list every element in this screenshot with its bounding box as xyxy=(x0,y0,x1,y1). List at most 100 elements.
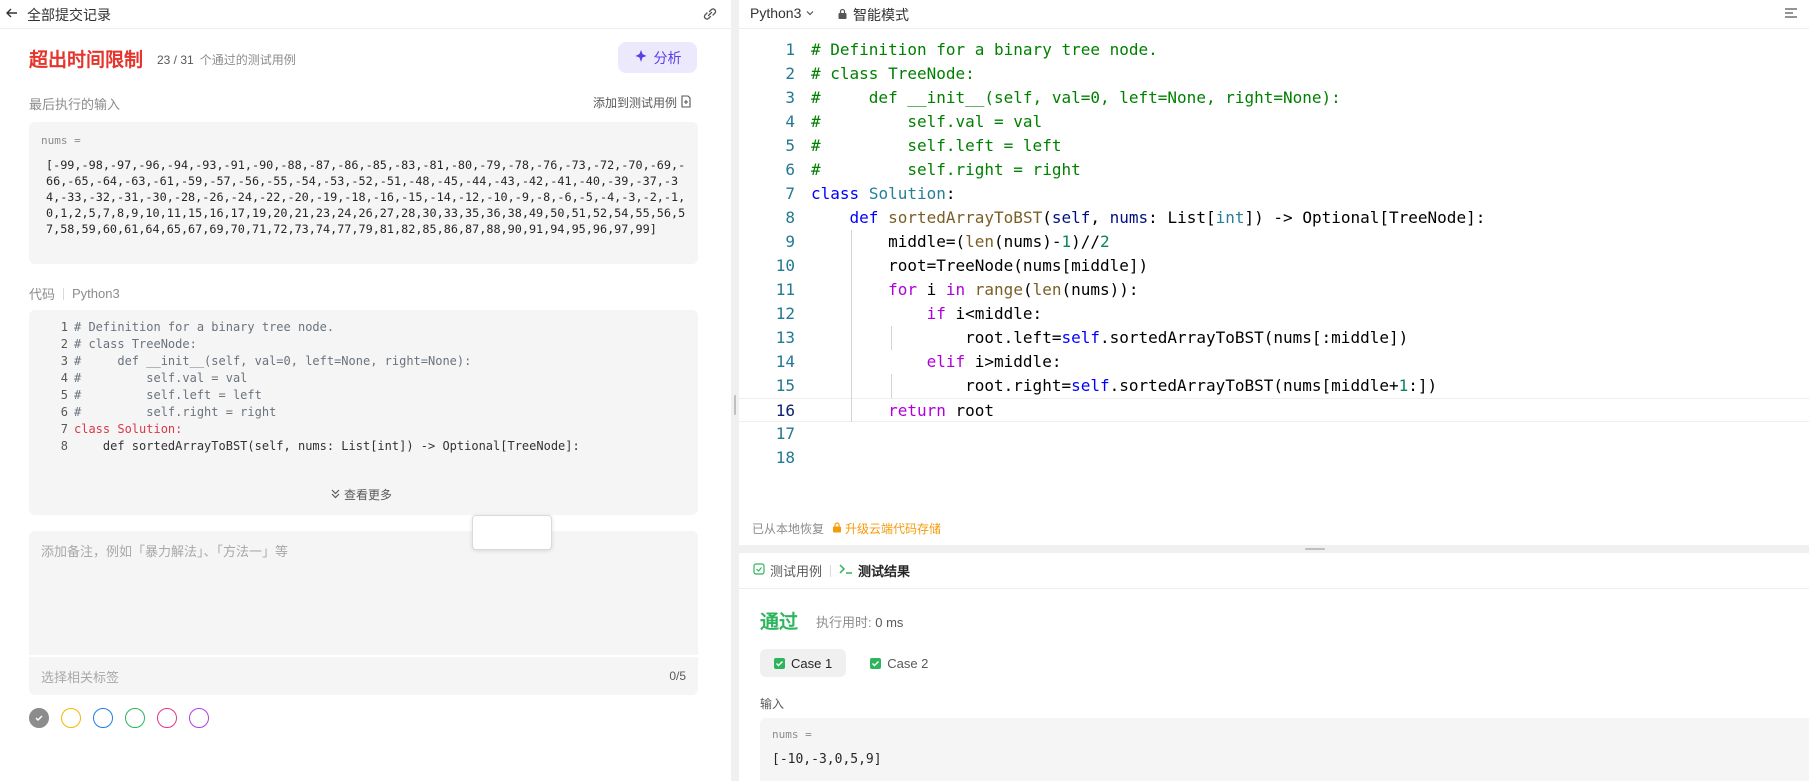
code-language: Python3 xyxy=(72,286,120,301)
vertical-resize-handle[interactable] xyxy=(731,0,739,781)
grip xyxy=(1305,548,1325,550)
tag-selector[interactable]: 选择相关标签 0/5 xyxy=(29,657,698,695)
language-select[interactable]: Python3 xyxy=(750,5,815,21)
lock-icon xyxy=(832,521,842,536)
divider xyxy=(63,287,65,300)
color-dot-yellow[interactable] xyxy=(61,708,81,728)
lock-icon xyxy=(837,7,848,23)
input-label: 输入 xyxy=(760,697,785,711)
analyze-button[interactable]: 分析 xyxy=(618,42,697,73)
pass-count-value: 23 / 31 xyxy=(157,53,194,67)
code-label-text: 代码 xyxy=(29,287,56,302)
back-label: 全部提交记录 xyxy=(27,7,111,23)
left-header: 全部提交记录 xyxy=(0,0,731,29)
smart-mode-toggle[interactable]: 智能模式 xyxy=(837,5,909,25)
check-icon xyxy=(774,657,785,669)
runtime-info: 执行用时: 0 ms xyxy=(816,612,903,631)
tag-count: 0/5 xyxy=(669,669,686,683)
tab-testcase-label: 测试用例 xyxy=(770,564,823,579)
submitted-code-preview: 1 # Definition for a binary tree node. 2 #… xyxy=(29,310,698,515)
floating-drag-preview xyxy=(472,515,552,550)
code-line: 9 middle=(len(nums)-1)//2 xyxy=(785,232,1110,251)
note-placeholder: 添加备注，例如「暴力解法」、「方法一」等 xyxy=(41,544,289,559)
testcase-input-box: nums = [-10,-3,0,5,9] xyxy=(760,718,1809,781)
input-value: [-10,-3,0,5,9] xyxy=(772,752,882,767)
code-line: 14 elif i>middle: xyxy=(775,352,1062,371)
result-tabs: 测试用例 测试结果 xyxy=(739,553,1809,589)
upgrade-label: 升级云端代码存储 xyxy=(845,522,942,536)
case-tab-1[interactable]: Case 1 xyxy=(760,649,847,677)
code-line: 2 # class TreeNode: xyxy=(785,64,975,83)
code-line: 15 root.right=self.sortedArrayToBST(nums… xyxy=(775,376,1438,395)
submission-detail-panel: 全部提交记录 超出时间限制 23 / 31 个通过的测试用例 分析 最后执行的输入… xyxy=(0,0,731,781)
check-icon xyxy=(870,657,882,669)
result-status: 通过 xyxy=(760,612,799,633)
code-line: 6 # self.right = right xyxy=(785,160,1081,179)
editor-header: Python3 智能模式 xyxy=(739,0,1809,29)
code-preview-line: 8 def sortedArrayToBST(self, nums: List[… xyxy=(60,439,580,453)
code-line: 18 xyxy=(775,448,795,467)
tab-test-result-label: 测试结果 xyxy=(858,564,911,579)
code-label: 代码 Python3 xyxy=(29,284,120,303)
view-more-button[interactable]: 查看更多 xyxy=(330,486,392,503)
tab-testcase[interactable]: 测试用例 xyxy=(753,561,822,580)
code-line-active: 16 return root xyxy=(739,398,1809,422)
input-value: [-99,-98,-97,-96,-94,-93,-91,-90,-88,-87… xyxy=(46,158,686,236)
checkbox-icon xyxy=(753,563,765,578)
restored-status: 已从本地恢复 xyxy=(752,522,825,536)
analyze-label: 分析 xyxy=(653,49,682,66)
color-tag-row xyxy=(29,708,209,730)
case-2-label: Case 2 xyxy=(887,655,929,671)
code-line: 12 if i<middle: xyxy=(775,304,1043,323)
color-dot-green[interactable] xyxy=(125,708,145,728)
link-icon[interactable] xyxy=(701,5,721,23)
double-chevron-down-icon xyxy=(330,488,341,502)
sparkle-icon xyxy=(634,49,648,66)
testcase-pass-count: 23 / 31 个通过的测试用例 xyxy=(157,51,296,68)
last-input-label: 最后执行的输入 xyxy=(29,97,121,112)
arrow-left-icon xyxy=(5,6,23,24)
view-more-label: 查看更多 xyxy=(344,488,393,502)
add-file-icon xyxy=(680,94,692,111)
code-line: 4 # self.val = val xyxy=(785,112,1043,131)
grip xyxy=(734,395,736,415)
add-to-testcase-button[interactable]: 添加到测试用例 xyxy=(593,94,692,111)
input-variable-name: nums = xyxy=(772,728,812,741)
code-line: 17 xyxy=(775,424,795,443)
last-input-box: nums = [-99,-98,-97,-96,-94,-93,-91,-90,… xyxy=(29,122,698,264)
terminal-icon xyxy=(839,563,853,578)
language-label: Python3 xyxy=(750,5,802,21)
tab-test-result[interactable]: 测试结果 xyxy=(839,561,910,580)
code-editor[interactable]: Python3 智能模式 1 # Definition for a binary … xyxy=(739,0,1809,545)
input-variable-name: nums = xyxy=(41,134,81,147)
code-line: 5 # self.left = left xyxy=(785,136,1062,155)
tag-placeholder: 选择相关标签 xyxy=(41,669,120,685)
runtime-label: 执行用时: xyxy=(816,615,872,630)
back-to-submissions-button[interactable]: 全部提交记录 xyxy=(5,5,115,25)
horizontal-resize-handle[interactable] xyxy=(739,545,1809,553)
status-title: 超出时间限制 xyxy=(29,50,144,71)
divider xyxy=(830,564,832,577)
add-testcase-label: 添加到测试用例 xyxy=(593,96,678,110)
color-dot-purple[interactable] xyxy=(189,708,209,728)
align-menu-icon[interactable] xyxy=(1784,6,1800,22)
runtime-value: 0 ms xyxy=(875,615,904,630)
smart-mode-label: 智能模式 xyxy=(853,7,909,23)
note-textarea[interactable]: 添加备注，例如「暴力解法」、「方法一」等 xyxy=(29,531,698,655)
case-tab-2[interactable]: Case 2 xyxy=(856,649,942,677)
case-1-label: Case 1 xyxy=(791,655,833,671)
code-line: 10 root=TreeNode(nums[middle]) xyxy=(775,256,1149,275)
chevron-down-icon xyxy=(805,5,815,21)
color-dot-gray[interactable] xyxy=(29,708,49,728)
color-dot-blue[interactable] xyxy=(93,708,113,728)
code-line: 8 def sortedArrayToBST(self, nums: List[… xyxy=(785,208,1486,227)
code-line: 3 # def __init__(self, val=0, left=None, … xyxy=(785,88,1341,107)
upgrade-storage-link[interactable]: 升级云端代码存储 xyxy=(832,520,941,537)
editor-status-bar: 已从本地恢复 升级云端代码存储 xyxy=(752,520,941,537)
code-line: 13 root.left=self.sortedArrayToBST(nums[… xyxy=(775,328,1409,347)
test-result-panel: 测试用例 测试结果 通过 执行用时: 0 ms Case 1 Case 2 输入 xyxy=(739,553,1809,781)
color-dot-pink[interactable] xyxy=(157,708,177,728)
code-line: 11 for i in range(len(nums)): xyxy=(775,280,1139,299)
code-line: 7 class Solution: xyxy=(785,184,956,203)
pass-count-suffix: 个通过的测试用例 xyxy=(199,53,296,67)
